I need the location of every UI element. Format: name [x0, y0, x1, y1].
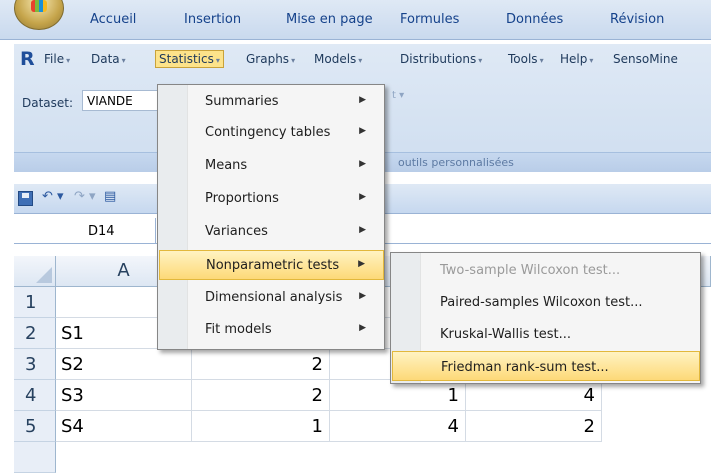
menu-item-dimensional-analysis[interactable]: Dimensional analysis ▶: [159, 283, 384, 313]
print-icon[interactable]: ▤: [104, 189, 116, 204]
row-header[interactable]: 1: [14, 287, 56, 318]
row-header[interactable]: 2: [14, 318, 56, 349]
row-header[interactable]: 3: [14, 349, 56, 380]
grid-cell[interactable]: 4: [330, 411, 466, 442]
menu-graphs[interactable]: Graphs ▾: [246, 52, 295, 66]
tab-accueil[interactable]: Accueil: [90, 12, 136, 27]
menu-item-contingency-tables[interactable]: Contingency tables ▶: [159, 118, 384, 148]
select-all-corner[interactable]: [14, 256, 56, 287]
menu-models[interactable]: Models ▾: [314, 52, 362, 66]
menu-item-proportions[interactable]: Proportions ▶: [159, 184, 384, 214]
row-header[interactable]: [14, 442, 56, 473]
nonparametric-tests-submenu: Two-sample Wilcoxon test... Paired-sampl…: [390, 252, 701, 384]
row-header[interactable]: 5: [14, 411, 56, 442]
menu-data[interactable]: Data ▾: [91, 52, 126, 66]
chevron-right-icon: ▶: [359, 126, 366, 136]
grid-cell[interactable]: S4: [56, 411, 192, 442]
r-logo-icon: R: [20, 48, 35, 70]
office-logo-icon: [31, 0, 47, 12]
menu-item-kruskal-wallis[interactable]: Kruskal-Wallis test...: [392, 319, 700, 349]
tab-formules[interactable]: Formules: [400, 12, 459, 27]
chevron-right-icon: ▶: [359, 323, 366, 333]
menu-file[interactable]: File ▾: [44, 52, 70, 66]
menu-distributions[interactable]: Distributions ▾: [400, 52, 482, 66]
menu-item-paired-samples-wilcoxon[interactable]: Paired-samples Wilcoxon test...: [392, 287, 700, 317]
grid-cell[interactable]: 2: [466, 411, 602, 442]
menu-tools[interactable]: Tools ▾: [508, 52, 544, 66]
grid-cell[interactable]: 1: [192, 411, 330, 442]
menu-item-summaries[interactable]: Summaries ▶: [159, 87, 384, 117]
redo-icon[interactable]: ↷ ▾: [74, 189, 96, 204]
dataset-field[interactable]: VIANDE: [82, 90, 160, 111]
grid-cell[interactable]: S2: [56, 349, 192, 380]
undo-icon[interactable]: ↶ ▾: [42, 189, 64, 204]
chevron-right-icon: ▶: [359, 159, 366, 169]
chevron-right-icon: ▶: [359, 291, 366, 301]
chevron-right-icon: ▶: [358, 259, 365, 269]
menu-item-nonparametric-tests[interactable]: Nonparametric tests ▶: [159, 250, 384, 280]
menu-item-friedman-rank-sum[interactable]: Friedman rank-sum test...: [392, 351, 700, 381]
chevron-right-icon: ▶: [359, 192, 366, 202]
grid-cell[interactable]: 1: [330, 380, 466, 411]
menu-sensomine[interactable]: SensoMine: [613, 52, 678, 66]
save-icon[interactable]: [18, 191, 33, 206]
name-box[interactable]: D14: [88, 224, 115, 239]
tab-insertion[interactable]: Insertion: [184, 12, 241, 27]
grid-cell[interactable]: S3: [56, 380, 192, 411]
dataset-label: Dataset:: [22, 96, 74, 110]
row-header[interactable]: 4: [14, 380, 56, 411]
statistics-dropdown-menu: Summaries ▶ Contingency tables ▶ Means ▶ Pr…: [157, 84, 385, 350]
menu-item-fit-models[interactable]: Fit models ▶: [159, 315, 384, 345]
grid-cell[interactable]: 2: [192, 380, 330, 411]
tab-mise-en-page[interactable]: Mise en page: [286, 12, 373, 27]
chevron-right-icon: ▶: [359, 95, 366, 105]
menu-item-two-sample-wilcoxon: Two-sample Wilcoxon test...: [440, 263, 621, 278]
group-label: outils personnalisées: [398, 156, 514, 169]
grid-cell[interactable]: 2: [192, 349, 330, 380]
chevron-right-icon: ▶: [359, 225, 366, 235]
tab-revision[interactable]: Révision: [610, 12, 664, 27]
formula-bar-divider: [155, 218, 156, 244]
menu-statistics[interactable]: Statistics ▾: [155, 50, 224, 68]
chevron-down-icon: t ▾: [392, 90, 405, 101]
menu-item-variances[interactable]: Variances ▶: [159, 217, 384, 247]
menu-help[interactable]: Help ▾: [560, 52, 593, 66]
grid-cell[interactable]: 4: [466, 380, 602, 411]
tab-donnees[interactable]: Données: [506, 12, 563, 27]
menu-item-means[interactable]: Means ▶: [159, 151, 384, 181]
